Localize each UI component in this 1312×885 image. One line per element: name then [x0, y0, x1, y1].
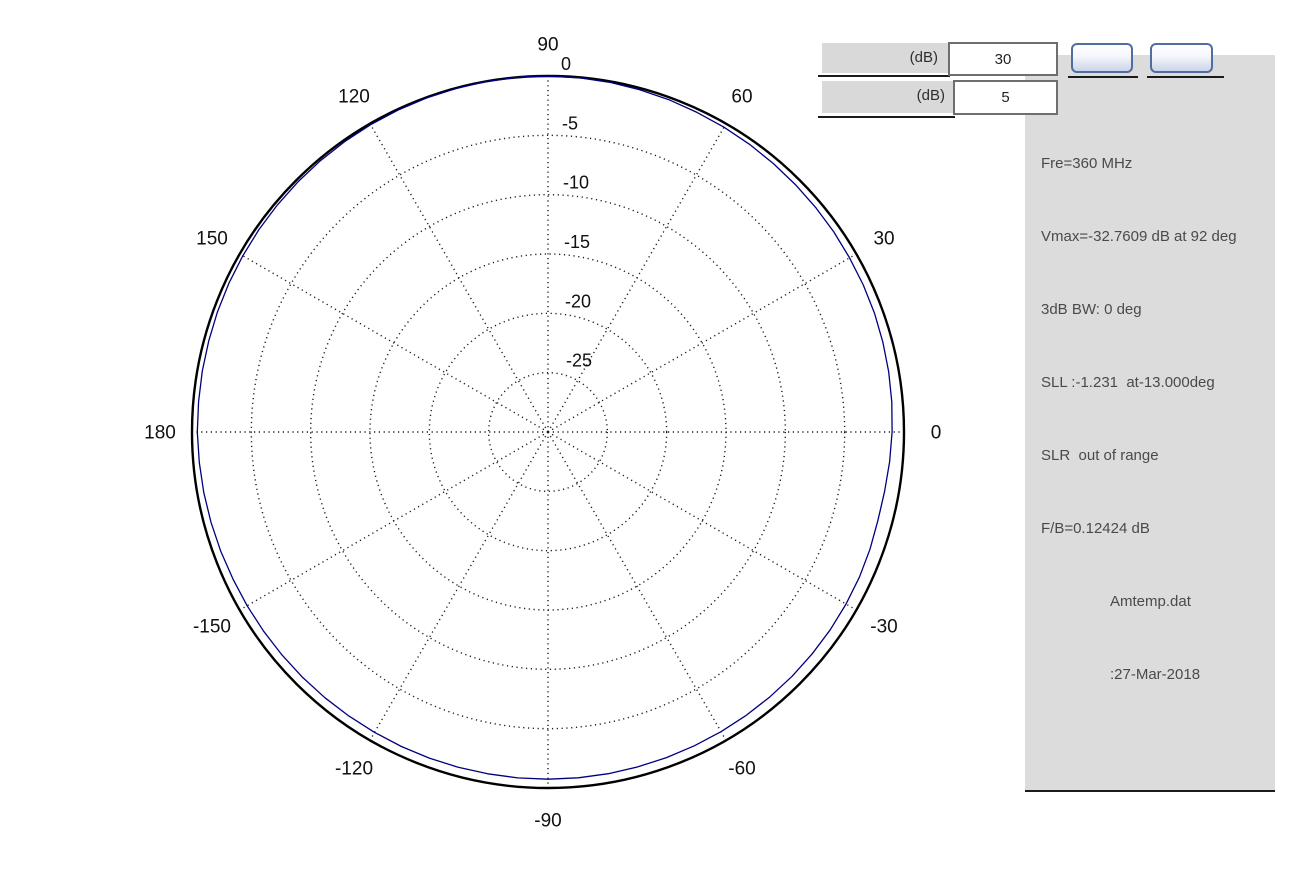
- radial-tick-label: -5: [562, 113, 578, 133]
- angle-tick-label: -60: [728, 759, 755, 780]
- status-file-name: Amtemp.dat: [1110, 593, 1191, 610]
- polar-spoke: [369, 123, 549, 433]
- button-2-underline: [1147, 76, 1224, 78]
- polar-spoke: [547, 431, 727, 741]
- angle-tick-label: -90: [534, 811, 561, 832]
- plot-button-1[interactable]: [1071, 43, 1133, 73]
- angle-tick-label: 30: [873, 229, 894, 250]
- status-date: :27-Mar-2018: [1110, 666, 1201, 683]
- radial-tick-label: -20: [565, 291, 591, 311]
- polar-spoke: [239, 253, 549, 433]
- status-slr: SLR out of range: [1041, 447, 1159, 464]
- angle-tick-label: 150: [196, 229, 228, 250]
- status-lines: Fre=360 MHz Vmax=-32.7609 dB at 92 deg 3…: [1041, 110, 1291, 728]
- range-row-underline: [818, 75, 950, 77]
- status-3db-bw: 3dB BW: 0 deg: [1041, 301, 1142, 318]
- button-1-underline: [1068, 76, 1138, 78]
- status-frequency: Fre=360 MHz: [1041, 155, 1133, 172]
- status-fb: F/B=0.12424 dB: [1041, 520, 1150, 537]
- range-db-input[interactable]: [948, 42, 1058, 76]
- polar-spoke: [369, 431, 549, 741]
- angle-tick-label: 60: [731, 86, 752, 107]
- app-window: 0 30 60 90 120 150 180 -150 -120 -90 -60 -30 0 -5 -10 -…: [0, 0, 1312, 885]
- angle-tick-label: 120: [338, 86, 370, 107]
- polar-spoke: [547, 253, 857, 433]
- radial-tick-label: -25: [566, 351, 592, 371]
- step-db-input[interactable]: [953, 80, 1058, 115]
- polar-chart: 0 30 60 90 120 150 180 -150 -120 -90 -60 -30 0 -5 -10 -…: [144, 35, 942, 832]
- angle-tick-label: -30: [870, 617, 897, 638]
- polar-spoke: [547, 431, 857, 611]
- radial-tick-label: -15: [564, 232, 590, 252]
- step-row-underline: [818, 116, 955, 118]
- radial-tick-label: 0: [561, 54, 571, 74]
- status-sll: SLL :-1.231 at-13.000deg: [1041, 374, 1215, 391]
- plot-button-2[interactable]: [1150, 43, 1213, 73]
- polar-spoke: [547, 123, 727, 433]
- step-db-label: (dB): [822, 81, 955, 113]
- range-db-label: (dB): [822, 43, 948, 73]
- radial-tick-label: -10: [563, 173, 589, 193]
- status-vmax: Vmax=-32.7609 dB at 92 deg: [1041, 228, 1237, 245]
- angle-tick-label: 90: [537, 35, 558, 56]
- angle-tick-label: 180: [144, 423, 176, 444]
- angle-tick-label: -150: [193, 617, 231, 638]
- angle-tick-label: -120: [335, 759, 373, 780]
- angle-tick-label: 0: [931, 423, 942, 444]
- polar-spoke: [239, 431, 549, 611]
